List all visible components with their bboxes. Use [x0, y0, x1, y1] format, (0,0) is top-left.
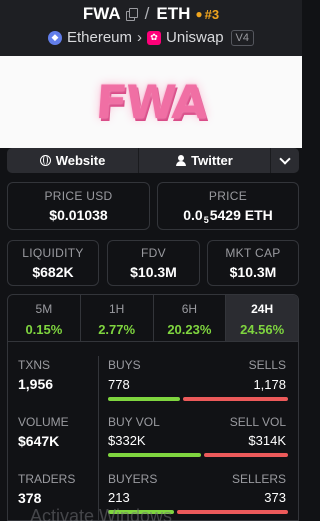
dex-name[interactable]: Uniswap — [166, 29, 224, 46]
sell-vol-bar — [203, 453, 288, 457]
txns-value: 1,956 — [18, 376, 54, 392]
fire-icon: ● — [195, 7, 203, 21]
price-change: 0.15% — [25, 322, 63, 337]
sellers-value: 373 — [264, 490, 286, 505]
sell-vol-label: SELL VOL — [229, 415, 286, 429]
uniswap-icon: ✿ — [147, 30, 162, 45]
website-button[interactable]: Website — [7, 148, 139, 173]
pair-title: FWA / ETH ● #3 — [0, 3, 302, 25]
price-native-prefix: 0.0 — [183, 207, 203, 223]
traders-value: 378 — [18, 490, 42, 506]
volume-value: $647K — [18, 433, 60, 449]
mktcap-value: $10.3M — [229, 264, 277, 280]
price-usd-value: $0.01038 — [49, 207, 108, 223]
tab-label: 6H — [181, 302, 198, 316]
pair-header: FWA / ETH ● #3 ◆ Ethereum › ✿ Uniswap V4 — [0, 0, 302, 56]
copy-icon[interactable] — [125, 8, 138, 21]
sellers-label: SELLERS — [231, 472, 286, 486]
tab-5m[interactable]: 5M 0.15% — [8, 295, 81, 341]
price-native-label: PRICE — [208, 189, 248, 203]
buy-vol-label: BUY VOL — [108, 415, 160, 429]
txns-label: TXNS — [18, 358, 51, 372]
price-usd-box: PRICE USD $0.01038 — [7, 182, 150, 230]
twitter-button[interactable]: Twitter — [139, 148, 271, 173]
pair-meta: ◆ Ethereum › ✿ Uniswap V4 — [0, 29, 302, 46]
mktcap-box: MKT CAP $10.3M — [207, 240, 299, 286]
fdv-label: FDV — [141, 246, 166, 260]
buys-bar — [108, 397, 180, 401]
liquidity-value: $682K — [32, 264, 74, 280]
quote-token-symbol: ETH — [156, 4, 191, 23]
buyers-value: 213 — [108, 490, 130, 505]
volume-ratio-bar — [108, 453, 288, 457]
activate-windows-watermark: Activate Windows — [30, 506, 173, 521]
buy-vol-bar — [108, 453, 201, 457]
token-banner: FWA — [0, 56, 302, 148]
sell-vol-value: $314K — [248, 433, 286, 448]
twitter-label: Twitter — [191, 153, 233, 168]
tab-label: 1H — [108, 302, 125, 316]
trending-rank-badge[interactable]: ● #3 — [195, 7, 219, 22]
base-token-symbol: FWA — [82, 4, 121, 23]
traders-label: TRADERS — [18, 472, 76, 486]
sellers-bar — [176, 510, 288, 514]
liquidity-box: LIQUIDITY $682K — [7, 240, 99, 286]
price-usd-label: PRICE USD — [44, 189, 113, 203]
mktcap-label: MKT CAP — [225, 246, 281, 260]
buys-value: 778 — [108, 377, 130, 392]
trade-stats-panel: TXNS 1,956 BUYS SELLS 778 1,178 VOLUME $… — [7, 342, 299, 521]
buy-vol-value: $332K — [108, 433, 146, 448]
chevron-right-icon: › — [137, 29, 143, 46]
buyers-label: BUYERS — [108, 472, 158, 486]
sells-value: 1,178 — [253, 377, 286, 392]
price-native-value: 0.055429 ETH — [158, 207, 298, 225]
liquidity-label: LIQUIDITY — [22, 246, 84, 260]
pair-separator: / — [144, 4, 150, 23]
ethereum-icon: ◆ — [47, 30, 62, 45]
tab-1h[interactable]: 1H 2.77% — [81, 295, 154, 341]
user-icon — [176, 155, 187, 166]
tab-6h[interactable]: 6H 20.23% — [154, 295, 227, 341]
fdv-box: FDV $10.3M — [107, 240, 200, 286]
chevron-down-icon — [279, 152, 291, 165]
tab-label: 24H — [251, 302, 274, 316]
volume-label: VOLUME — [18, 415, 69, 429]
stats-divider — [98, 356, 99, 521]
more-links-button[interactable] — [271, 148, 299, 173]
fdv-value: $10.3M — [130, 264, 177, 280]
social-links-bar: Website Twitter — [7, 148, 299, 173]
timeframe-tabs: 5M 0.15% 1H 2.77% 6H 20.23% 24H 24.56% — [7, 294, 299, 342]
price-change: 2.77% — [98, 322, 136, 337]
tab-24h[interactable]: 24H 24.56% — [226, 295, 298, 341]
buys-label: BUYS — [108, 358, 141, 372]
website-label: Website — [55, 153, 106, 168]
price-change: 20.23% — [167, 322, 212, 337]
tab-label: 5M — [35, 302, 53, 316]
price-native-zero-count: 5 — [203, 215, 209, 225]
token-logo-image: FWA — [94, 75, 208, 129]
dex-version-badge: V4 — [230, 29, 255, 46]
sells-bar — [182, 397, 288, 401]
sells-label: SELLS — [248, 358, 286, 372]
trending-rank: #3 — [204, 6, 220, 22]
price-native-digits: 5429 ETH — [209, 207, 273, 223]
globe-icon — [39, 155, 51, 166]
price-native-box: PRICE 0.055429 ETH — [157, 182, 299, 230]
price-change: 24.56% — [240, 322, 285, 337]
chain-name[interactable]: Ethereum — [67, 29, 132, 46]
buys-sells-ratio-bar — [108, 397, 288, 401]
